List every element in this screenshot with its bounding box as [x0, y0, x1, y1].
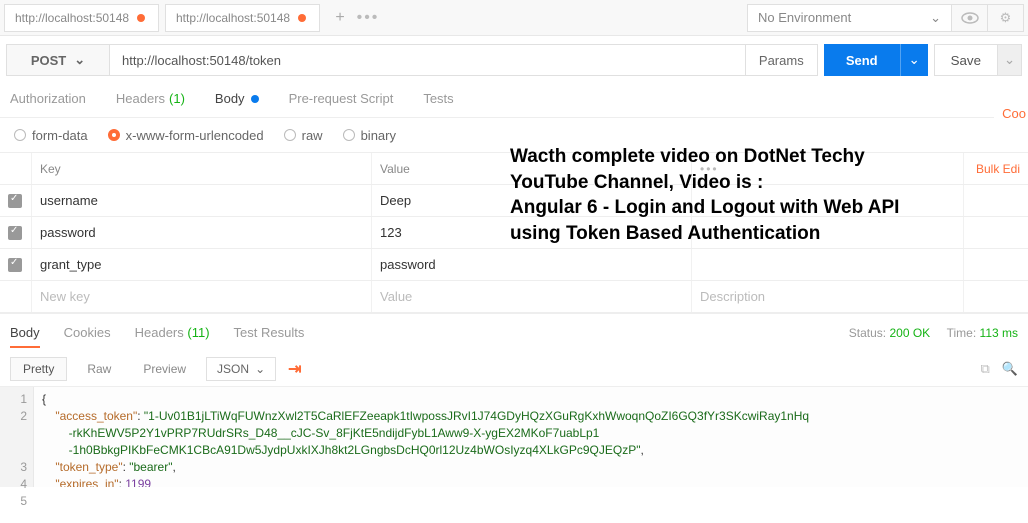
- view-pretty[interactable]: Pretty: [10, 357, 67, 381]
- value-cell[interactable]: Deep: [372, 185, 692, 216]
- environment-eye-button[interactable]: [952, 4, 988, 32]
- bodytype-urlencoded[interactable]: x-www-form-urlencoded: [108, 128, 264, 143]
- tab-1-title: http://localhost:50148: [15, 11, 129, 25]
- bodytype-raw[interactable]: raw: [284, 128, 323, 143]
- checkbox-on-icon[interactable]: [8, 258, 22, 272]
- new-tab-button[interactable]: +: [326, 4, 354, 32]
- radio-on-icon: [108, 129, 120, 141]
- params-button[interactable]: Params: [746, 44, 818, 76]
- new-key-input[interactable]: New key: [32, 281, 372, 312]
- table-row-new[interactable]: New key Value Description: [0, 281, 1028, 313]
- resp-tab-body[interactable]: Body: [10, 325, 40, 348]
- copy-button[interactable]: ⧉: [981, 361, 990, 377]
- view-lang-select[interactable]: JSON ⌄: [206, 357, 276, 381]
- key-cell[interactable]: password: [32, 217, 372, 248]
- table-row: username Deep: [0, 185, 1028, 217]
- chevron-down-icon: ⌄: [930, 10, 941, 26]
- tab-prerequest[interactable]: Pre-request Script: [289, 91, 394, 106]
- environment-label: No Environment: [758, 10, 851, 25]
- tab-2-title: http://localhost:50148: [176, 11, 290, 25]
- send-label: Send: [846, 53, 878, 68]
- resp-tab-tests[interactable]: Test Results: [234, 325, 305, 340]
- save-dropdown[interactable]: ⌄: [998, 44, 1022, 76]
- body-populated-dot-icon: [251, 95, 259, 103]
- bodytype-form-data[interactable]: form-data: [14, 128, 88, 143]
- url-value: http://localhost:50148/token: [122, 53, 281, 68]
- resp-tab-cookies[interactable]: Cookies: [64, 325, 111, 340]
- chevron-down-icon: ⌄: [74, 52, 85, 68]
- tab-overflow-button[interactable]: •••: [354, 4, 382, 32]
- search-icon: 🔍: [1002, 361, 1018, 376]
- new-desc-input[interactable]: Description: [692, 281, 964, 312]
- environment-select[interactable]: No Environment ⌄: [747, 4, 952, 32]
- search-button[interactable]: 🔍: [1002, 361, 1018, 377]
- key-cell[interactable]: grant_type: [32, 249, 372, 280]
- tab-headers[interactable]: Headers (1): [116, 91, 185, 106]
- response-json: { "access_token": "1-Uv01B1jLTiWqFUWnzXw…: [34, 387, 817, 487]
- wrap-lines-button[interactable]: ⇥: [288, 359, 301, 379]
- key-cell[interactable]: username: [32, 185, 372, 216]
- line-gutter: 12345: [0, 387, 34, 487]
- radio-icon: [284, 129, 296, 141]
- table-row: grant_type password: [0, 249, 1028, 281]
- new-value-input[interactable]: Value: [372, 281, 692, 312]
- gear-icon: ⚙: [1000, 10, 1012, 26]
- table-row: password 123: [0, 217, 1028, 249]
- tab-tests[interactable]: Tests: [423, 91, 453, 106]
- chevron-down-icon: ⌄: [255, 362, 265, 376]
- headers-count: (1): [169, 91, 185, 106]
- resp-tab-headers[interactable]: Headers (11): [135, 325, 210, 340]
- checkbox-on-icon[interactable]: [8, 226, 22, 240]
- resp-status: Status: 200 OK Time: 113 ms: [849, 326, 1018, 340]
- bodytype-binary[interactable]: binary: [343, 128, 396, 143]
- tab-authorization[interactable]: Authorization: [10, 91, 86, 106]
- wrap-icon: ⇥: [288, 361, 301, 378]
- save-label: Save: [951, 53, 981, 68]
- eye-icon: [961, 12, 979, 24]
- environment-settings-button[interactable]: ⚙: [988, 4, 1024, 32]
- unsaved-dot-icon: [298, 14, 306, 22]
- bulk-edit-link[interactable]: Bulk Edi: [964, 153, 1028, 184]
- cookies-link[interactable]: Coo: [994, 98, 1028, 129]
- send-button[interactable]: Send: [824, 44, 900, 76]
- tab-2[interactable]: http://localhost:50148: [165, 4, 320, 32]
- tab-body[interactable]: Body: [215, 91, 259, 106]
- unsaved-dot-icon: [137, 14, 145, 22]
- checkbox-on-icon[interactable]: [8, 194, 22, 208]
- status-value: 200 OK: [889, 326, 930, 340]
- resp-headers-count: (11): [187, 325, 209, 340]
- params-label: Params: [759, 53, 804, 68]
- method-label: POST: [31, 53, 66, 68]
- response-body[interactable]: 12345 { "access_token": "1-Uv01B1jLTiWqF…: [0, 387, 1028, 487]
- chevron-down-icon: ⌄: [1004, 52, 1015, 68]
- send-dropdown[interactable]: ⌄: [900, 44, 928, 76]
- value-cell[interactable]: 123: [372, 217, 692, 248]
- radio-icon: [14, 129, 26, 141]
- method-select[interactable]: POST ⌄: [6, 44, 110, 76]
- col-value: Value: [372, 153, 692, 184]
- tab-1[interactable]: http://localhost:50148: [4, 4, 159, 32]
- url-input[interactable]: http://localhost:50148/token: [110, 44, 746, 76]
- view-raw[interactable]: Raw: [75, 358, 123, 380]
- copy-icon: ⧉: [981, 361, 990, 376]
- view-preview[interactable]: Preview: [131, 358, 198, 380]
- save-button[interactable]: Save: [934, 44, 998, 76]
- more-icon[interactable]: •••: [700, 162, 719, 176]
- col-key: Key: [32, 153, 372, 184]
- radio-icon: [343, 129, 355, 141]
- time-value: 113 ms: [980, 326, 1018, 340]
- value-cell[interactable]: password: [372, 249, 692, 280]
- chevron-down-icon: ⌄: [909, 52, 920, 68]
